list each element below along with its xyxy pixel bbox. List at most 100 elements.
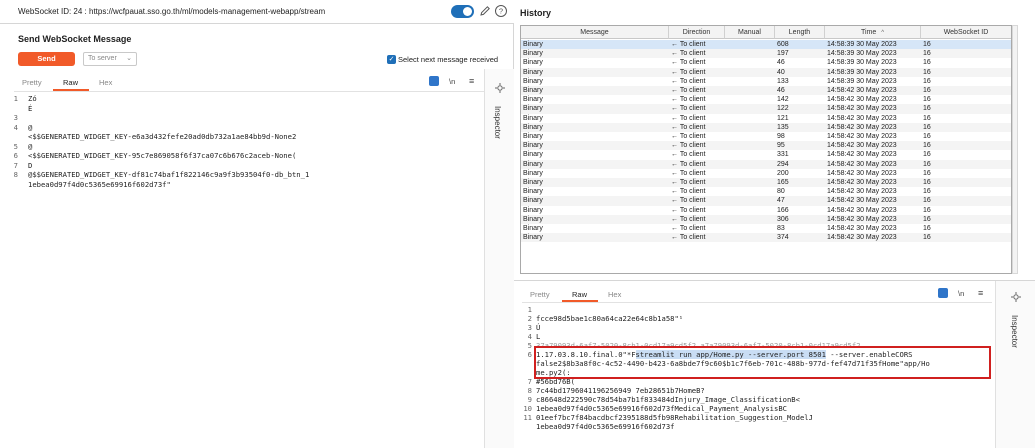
websocket-header: WebSocket ID: 24 : https://wcfpauat.sso.… [0, 0, 514, 24]
table-row[interactable]: Binary ← To client 200 14:58:42 30 May 2023… [521, 169, 1011, 178]
intercept-toggle[interactable] [451, 5, 474, 18]
table-row[interactable]: Binary ← To client 95 14:58:42 30 May 2023 1… [521, 141, 1011, 151]
table-row[interactable]: Binary ← To client 306 14:58:42 30 May 2023… [521, 214, 1011, 224]
table-cell-time: 14:58:42 30 May 2023 [827, 188, 897, 196]
table-row[interactable]: Binary ← To client 374 14:58:42 30 May 2023… [521, 233, 1011, 243]
table-row[interactable]: Binary ← To client 331 14:58:42 30 May 2023… [521, 150, 1011, 159]
line-number: 6 [527, 350, 532, 359]
history-title: History [520, 8, 552, 18]
line-number: 5 [13, 141, 18, 151]
table-row[interactable]: Binary ← To client 83 14:58:42 30 May 2023 1… [521, 224, 1011, 233]
tab-raw[interactable]: Raw [572, 290, 587, 299]
table-cell-time: 14:58:39 30 May 2023 [827, 41, 897, 48]
table-cell-length: 95 [777, 142, 785, 150]
table-cell-ws: 16 [923, 96, 931, 104]
table-row[interactable]: Binary ← To client 122 14:58:42 30 May 2023… [521, 104, 1011, 114]
table-row[interactable]: Binary ← To client 142 14:58:42 30 May 2023… [521, 95, 1011, 104]
table-row[interactable]: Binary ← To client 98 14:58:42 30 May 2023 1… [521, 132, 1011, 141]
inspector-sidebar[interactable]: Inspector [995, 281, 1035, 448]
table-row[interactable]: Binary ← To client 608 14:58:39 30 May 2023… [521, 40, 1011, 50]
editor-line: c86648d222590c78d54ba7b1f833484dInjury_I… [536, 395, 800, 404]
table-cell-message: Binary [523, 142, 543, 150]
annotation-highlight-box [534, 346, 991, 379]
render-toggle-icon[interactable] [429, 76, 439, 86]
table-cell-direction: ← To client [671, 179, 706, 186]
tab-pretty[interactable]: Pretty [530, 290, 550, 299]
line-number: 3 [13, 113, 18, 122]
send-message-editor[interactable]: 1 Zó É 3 4 @ <$$GENERATED_WIDGET_KEY-e6a… [10, 94, 480, 434]
pencil-icon[interactable] [478, 4, 492, 18]
table-row[interactable]: Binary ← To client 46 14:58:39 30 May 2023 1… [521, 58, 1011, 67]
history-scrollbar[interactable] [1012, 25, 1018, 274]
help-icon[interactable]: ? [494, 4, 508, 18]
direction-select[interactable]: To server ⌄ [83, 52, 137, 66]
table-cell-message: Binary [523, 68, 543, 76]
table-cell-message: Binary [523, 188, 543, 196]
table-cell-time: 14:58:39 30 May 2023 [827, 77, 897, 85]
table-cell-time: 14:58:42 30 May 2023 [827, 215, 897, 223]
table-cell-length: 80 [777, 188, 785, 196]
table-cell-length: 46 [777, 87, 785, 94]
newline-toggle[interactable]: \n [449, 77, 455, 86]
line-number: 5 [527, 341, 532, 350]
table-row[interactable]: Binary ← To client 47 14:58:42 30 May 2023 1… [521, 196, 1011, 206]
send-message-panel: Send WebSocket Message Send To server ⌄ … [0, 24, 514, 448]
inspector-label[interactable]: Inspector [1010, 315, 1019, 348]
chevron-down-icon: ⌄ [126, 55, 132, 62]
table-cell-length: 98 [777, 133, 785, 140]
editor-line: É [28, 103, 33, 113]
select-next-label: Select next message received [398, 55, 499, 64]
tab-divider [522, 302, 992, 303]
table-cell-message: Binary [523, 169, 543, 177]
column-header-length[interactable]: Length [775, 26, 825, 39]
table-row[interactable]: Binary ← To client 294 14:58:42 30 May 2023… [521, 159, 1011, 169]
table-cell-time: 14:58:39 30 May 2023 [827, 50, 897, 58]
editor-line: 01eef7bc7f84bacdbcf2395188d5fb98Rehabili… [536, 413, 813, 422]
column-header-websocket-id[interactable]: WebSocket ID [921, 26, 1011, 39]
column-header-message[interactable]: Message [521, 26, 669, 39]
send-button[interactable]: Send [18, 52, 75, 66]
history-table[interactable]: Message Direction Manual Length Time ^ W… [520, 25, 1012, 274]
table-row[interactable]: Binary ← To client 40 14:58:39 30 May 2023 1… [521, 67, 1011, 77]
table-row[interactable]: Binary ← To client 121 14:58:42 30 May 2023… [521, 114, 1011, 123]
settings-icon[interactable] [494, 82, 506, 94]
sort-ascending-icon: ^ [881, 30, 885, 36]
column-header-time[interactable]: Time ^ [825, 26, 921, 39]
inspector-sidebar[interactable]: Inspector [484, 69, 514, 448]
table-row[interactable]: Binary ← To client 133 14:58:39 30 May 2023… [521, 77, 1011, 86]
select-next-checkbox[interactable]: ✓ [387, 55, 396, 64]
table-cell-direction: ← To client [671, 160, 706, 168]
table-cell-direction: ← To client [671, 206, 706, 214]
line-number: 3 [527, 323, 532, 332]
menu-icon[interactable]: ≡ [978, 288, 983, 298]
editor-line: 1ebea0d97f4d0c5365e69916f602d73f [536, 422, 675, 431]
column-header-manual[interactable]: Manual [725, 26, 775, 39]
editor-line: Zó [28, 94, 37, 103]
settings-icon[interactable] [1010, 291, 1022, 303]
table-cell-message: Binary [523, 114, 543, 122]
table-cell-message: Binary [523, 225, 543, 232]
table-row[interactable]: Binary ← To client 166 14:58:42 30 May 2023… [521, 206, 1011, 215]
tab-raw[interactable]: Raw [63, 78, 78, 87]
tab-hex[interactable]: Hex [608, 290, 621, 299]
table-row[interactable]: Binary ← To client 135 14:58:42 30 May 2023… [521, 122, 1011, 132]
table-row[interactable]: Binary ← To client 197 14:58:39 30 May 2023… [521, 49, 1011, 59]
column-header-direction[interactable]: Direction [669, 26, 725, 39]
table-cell-direction: ← To client [671, 105, 706, 113]
newline-toggle[interactable]: \n [958, 289, 964, 298]
editor-line: Ú [536, 323, 541, 332]
table-cell-direction: ← To client [671, 59, 706, 67]
table-row[interactable]: Binary ← To client 165 14:58:42 30 May 2023… [521, 178, 1011, 188]
tab-pretty[interactable]: Pretty [22, 78, 42, 87]
table-cell-direction: ← To client [671, 114, 706, 122]
line-number: 9 [527, 395, 532, 404]
tab-hex[interactable]: Hex [99, 78, 112, 87]
table-cell-time: 14:58:42 30 May 2023 [827, 123, 897, 131]
menu-icon[interactable]: ≡ [469, 76, 474, 86]
table-row[interactable]: Binary ← To client 46 14:58:42 30 May 2023 1… [521, 86, 1011, 96]
render-toggle-icon[interactable] [938, 288, 948, 298]
table-cell-length: 306 [777, 215, 789, 223]
table-cell-direction: ← To client [671, 225, 706, 232]
table-row[interactable]: Binary ← To client 80 14:58:42 30 May 2023 1… [521, 187, 1011, 196]
inspector-label[interactable]: Inspector [493, 106, 502, 139]
